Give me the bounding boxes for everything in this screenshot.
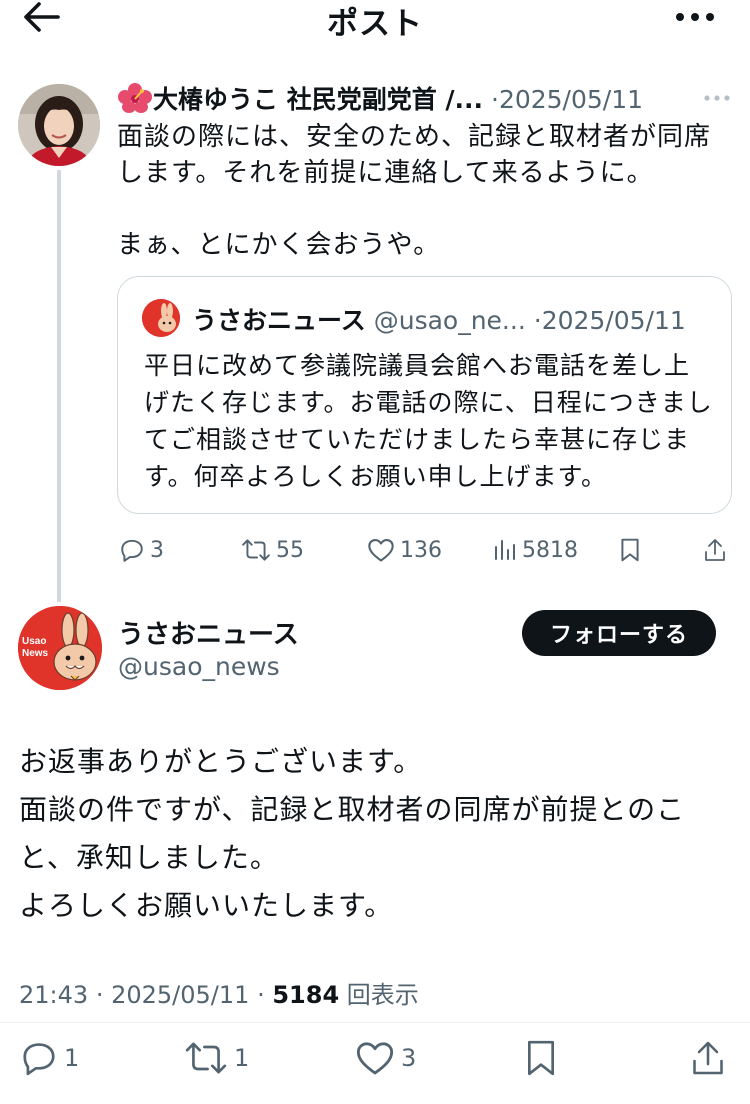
bookmark-icon bbox=[621, 538, 639, 562]
share-button[interactable] bbox=[690, 1036, 726, 1080]
views-count: 5184 bbox=[272, 981, 340, 1009]
share-icon bbox=[693, 1041, 723, 1075]
quoted-tweet-text: 平日に改めて参議院議員会館へお電話を差し上げたく存じます。お電話の際に、日程につ… bbox=[144, 351, 713, 491]
tweet-separator: · bbox=[490, 85, 499, 114]
tweet-actions: 3 55 136 5818 bbox=[117, 530, 732, 570]
share-button[interactable] bbox=[703, 530, 727, 570]
share-icon bbox=[705, 539, 725, 561]
quoted-date: 2025/05/11 bbox=[541, 306, 686, 335]
more-icon bbox=[676, 13, 714, 21]
retweet-count: 55 bbox=[276, 537, 304, 563]
bookmark-icon bbox=[528, 1040, 555, 1076]
more-options-button[interactable] bbox=[672, 6, 718, 28]
tweet-text: お返事ありがとうございます。 面談の件ですが、記録と取材者の同席が前提とのこと、… bbox=[19, 745, 686, 922]
retweet-count: 1 bbox=[234, 1044, 250, 1072]
like-icon bbox=[356, 1042, 394, 1075]
bookmark-button[interactable] bbox=[524, 1036, 558, 1080]
author-name[interactable]: うさおニュース bbox=[118, 614, 299, 651]
like-icon bbox=[368, 539, 394, 562]
more-icon bbox=[704, 95, 730, 101]
retweet-button[interactable]: 1 bbox=[184, 1036, 249, 1080]
tweet-meta: 21:43 · 2025/05/11 · 5184 回表示 bbox=[19, 975, 419, 1010]
avatar[interactable]: Usao News bbox=[18, 606, 102, 690]
reply-count: 3 bbox=[150, 537, 164, 563]
bookmark-button[interactable] bbox=[619, 530, 641, 570]
author-name[interactable]: 大椿ゆうこ 社民党副党首 /... bbox=[153, 85, 483, 114]
thread-connector-line bbox=[57, 170, 61, 602]
svg-text:News: News bbox=[22, 648, 49, 659]
reply-button[interactable]: 1 bbox=[20, 1036, 79, 1080]
views-count: 5818 bbox=[522, 537, 578, 563]
tweet-actions: 1 1 3 bbox=[0, 1036, 750, 1080]
tweet-date: 2025/05/11 bbox=[111, 981, 250, 1009]
hibiscus-icon bbox=[118, 83, 152, 113]
tweet-date[interactable]: 2025/05/11 bbox=[499, 85, 643, 114]
tweet-header: 大椿ゆうこ 社民党副党首 /... ·2025/05/11 bbox=[117, 80, 737, 116]
quoted-separator: · bbox=[533, 306, 542, 335]
views-button[interactable]: 5818 bbox=[493, 530, 578, 570]
like-button[interactable]: 3 bbox=[355, 1036, 416, 1080]
author-handle[interactable]: @usao_news bbox=[118, 652, 280, 681]
like-count: 3 bbox=[401, 1044, 417, 1072]
svg-text:Usao: Usao bbox=[22, 636, 46, 647]
tweet-more-button[interactable] bbox=[702, 90, 732, 104]
avatar[interactable] bbox=[18, 84, 100, 166]
reply-icon bbox=[23, 1043, 55, 1076]
reply-button[interactable]: 3 bbox=[119, 530, 164, 570]
follow-button[interactable]: フォローする bbox=[522, 610, 716, 656]
profile-photo bbox=[18, 84, 100, 166]
views-label: 回表示 bbox=[346, 981, 419, 1009]
tweet-text: 面談の際には、安全のため、記録と取材者が同席します。それを前提に連絡して来るよう… bbox=[117, 122, 712, 260]
like-button[interactable]: 136 bbox=[367, 530, 442, 570]
quoted-tweet[interactable]: うさおニュース @usao_ne... ·2025/05/11 平日に改めて参議… bbox=[117, 276, 732, 514]
quoted-tweet-header: うさおニュース @usao_ne... ·2025/05/11 bbox=[192, 301, 686, 337]
usao-logo-icon bbox=[142, 299, 180, 337]
quoted-author-name: うさおニュース bbox=[192, 306, 366, 335]
meta-separator: · bbox=[257, 981, 265, 1009]
retweet-button[interactable]: 55 bbox=[241, 530, 304, 570]
avatar bbox=[142, 299, 180, 337]
retweet-icon bbox=[242, 539, 270, 561]
meta-separator: · bbox=[95, 981, 104, 1009]
reply-count: 1 bbox=[64, 1044, 80, 1072]
tweet-time: 21:43 bbox=[19, 981, 89, 1009]
divider bbox=[0, 1022, 750, 1023]
retweet-icon bbox=[185, 1042, 227, 1074]
views-icon bbox=[495, 540, 515, 560]
top-bar: ポスト bbox=[0, 0, 750, 42]
usao-logo-icon: Usao News bbox=[18, 606, 102, 690]
like-count: 136 bbox=[400, 537, 442, 563]
quoted-author-handle: @usao_ne... bbox=[373, 306, 526, 335]
page-title: ポスト bbox=[327, 6, 423, 42]
reply-icon bbox=[121, 539, 143, 562]
